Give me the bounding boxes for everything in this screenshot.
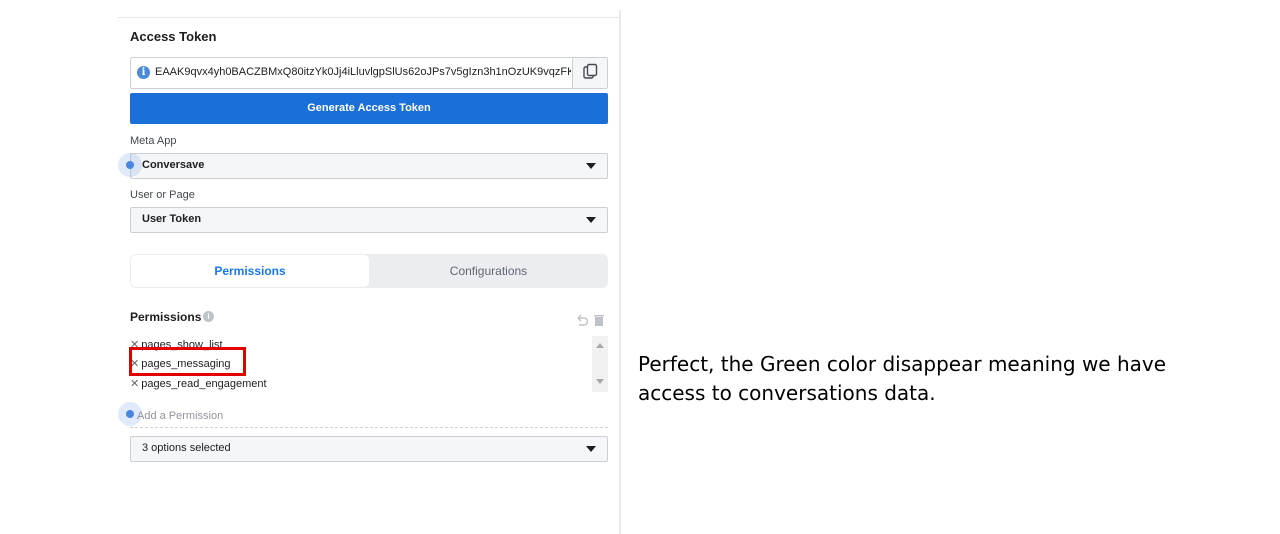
- tab-configurations[interactable]: Configurations: [370, 255, 607, 287]
- access-token-label: Access Token: [130, 29, 217, 44]
- meta-app-label: Meta App: [130, 135, 177, 147]
- chevron-down-icon: [586, 163, 596, 169]
- panel-top-divider: [118, 17, 620, 18]
- tab-bar: Permissions Configurations: [130, 254, 608, 288]
- cursor-indicator: [118, 153, 142, 177]
- meta-app-select[interactable]: Conversave: [130, 153, 608, 179]
- chevron-down-icon: [586, 446, 596, 452]
- options-selected-value: 3 options selected: [142, 442, 231, 454]
- copy-button[interactable]: [572, 58, 607, 88]
- meta-app-value: Conversave: [142, 159, 205, 171]
- panel-right-divider: [619, 10, 621, 534]
- add-permission-input[interactable]: Add a Permission: [137, 410, 223, 422]
- copy-icon: [583, 63, 598, 79]
- permission-name: pages_read_engagement: [141, 378, 267, 390]
- trash-icon[interactable]: [594, 315, 604, 326]
- scroll-up-icon[interactable]: [596, 343, 604, 348]
- user-or-page-select[interactable]: User Token: [130, 207, 608, 233]
- permissions-select[interactable]: 3 options selected: [130, 436, 608, 462]
- info-icon: i: [137, 66, 150, 79]
- chevron-down-icon: [586, 217, 596, 223]
- highlight-box: [129, 347, 246, 376]
- tab-permissions[interactable]: Permissions: [131, 255, 369, 287]
- access-token-value[interactable]: EAAK9qvx4yh0BACZBMxQ80itzYk0Jj4iLluvlgpS…: [155, 66, 571, 78]
- permission-actions: [577, 314, 604, 326]
- undo-icon[interactable]: [577, 314, 589, 326]
- info-icon: i: [203, 311, 214, 322]
- access-token-field[interactable]: i EAAK9qvx4yh0BACZBMxQ80itzYk0Jj4iLluvlg…: [130, 57, 608, 89]
- scroll-down-icon[interactable]: [596, 379, 604, 384]
- permissions-title: Permissions: [130, 310, 202, 324]
- divider: [130, 427, 608, 428]
- list-item: ✕ pages_read_engagement: [130, 377, 267, 390]
- annotation-note: Perfect, the Green color disappear meani…: [638, 352, 1167, 405]
- close-icon[interactable]: ✕: [130, 378, 139, 390]
- scrollbar[interactable]: [592, 336, 608, 392]
- user-or-page-label: User or Page: [130, 189, 195, 201]
- user-or-page-value: User Token: [142, 213, 202, 225]
- generate-access-token-button[interactable]: Generate Access Token: [130, 93, 608, 124]
